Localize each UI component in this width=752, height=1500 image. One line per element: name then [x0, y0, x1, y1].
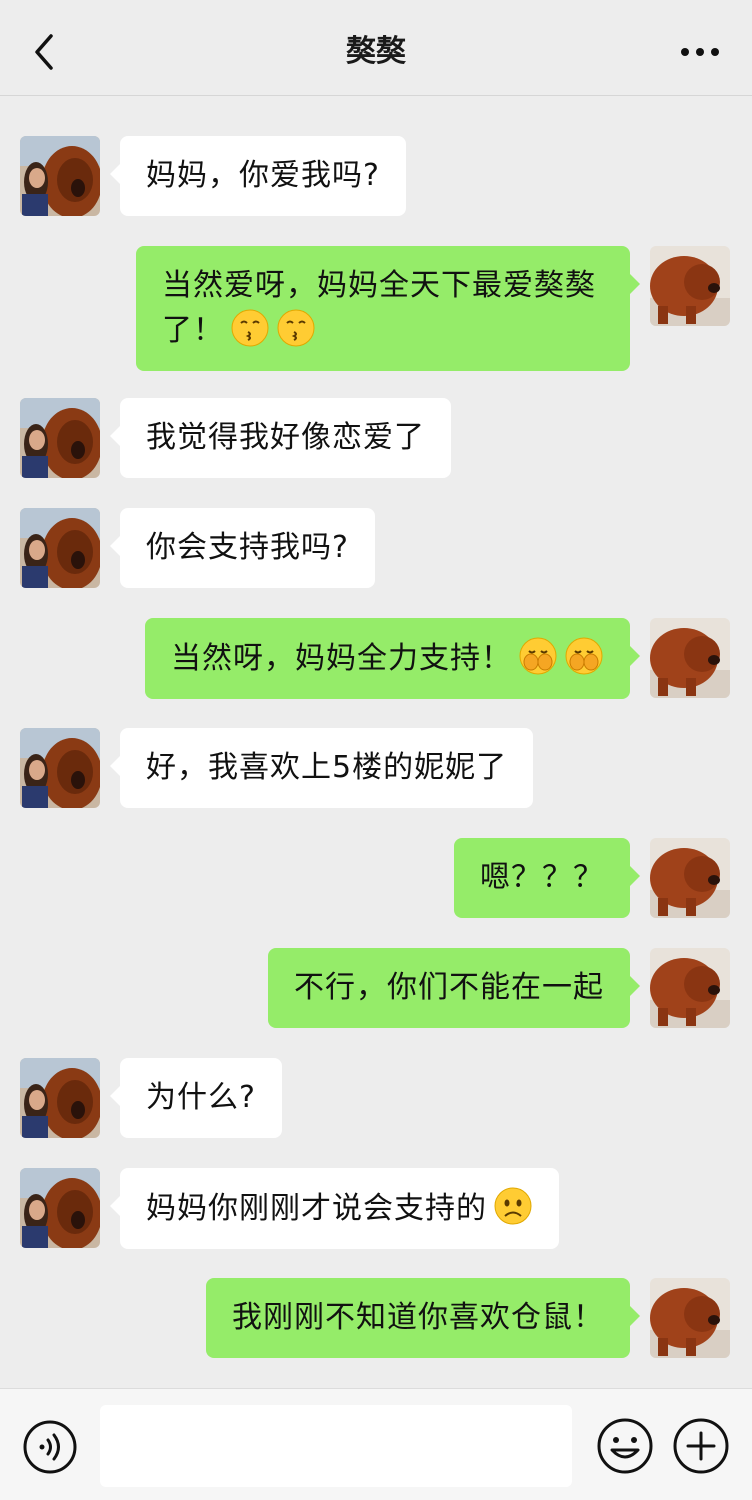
plus-circle-icon [673, 1418, 729, 1474]
voice-icon [23, 1420, 77, 1474]
self-avatar[interactable] [650, 618, 730, 698]
chat-title: 獒獒 [346, 34, 406, 69]
ellipsis-icon [681, 48, 719, 56]
message-bubble[interactable]: 妈妈，你爱我吗? [110, 136, 406, 216]
frowning-face-icon [494, 1187, 532, 1225]
message-text: 妈妈，你爱我吗? [146, 158, 380, 193]
message-bubble[interactable]: 不行，你们不能在一起 [268, 948, 640, 1028]
message-text: 为什么? [146, 1080, 256, 1115]
message-text: 嗯？？？ [480, 860, 604, 895]
more-button[interactable] [676, 30, 724, 74]
message-bubble[interactable]: 当然爱呀，妈妈全天下最爱獒獒了！ [136, 246, 640, 371]
contact-avatar[interactable] [20, 136, 100, 216]
voice-button[interactable] [22, 1419, 78, 1475]
message-text: 不行，你们不能在一起 [294, 970, 604, 1005]
message-text: 妈妈你刚刚才说会支持的 [146, 1191, 487, 1226]
message-input[interactable] [100, 1405, 572, 1487]
message-text: 当然爱呀，妈妈全天下最爱獒獒了！ [162, 268, 596, 348]
self-avatar[interactable] [650, 1278, 730, 1358]
chevron-left-icon [35, 34, 53, 70]
chat-area[interactable]: 妈妈，你爱我吗? 当然爱呀，妈妈全天下最爱獒獒了！ 我觉得我好像恋爱了 你会支持… [0, 96, 752, 1388]
message-text: 我觉得我好像恋爱了 [146, 420, 425, 455]
message-bubble[interactable]: 嗯？？？ [454, 838, 640, 918]
message-text: 好，我喜欢上5楼的妮妮了 [146, 750, 508, 785]
contact-avatar[interactable] [20, 398, 100, 478]
input-bar [0, 1388, 752, 1500]
kissing-face-icon [277, 309, 315, 347]
contact-avatar[interactable] [20, 1058, 100, 1138]
self-avatar[interactable] [650, 948, 730, 1028]
face-with-hand-over-mouth-icon [519, 637, 557, 675]
message-text: 我刚刚不知道你喜欢仓鼠！ [232, 1300, 604, 1335]
message-bubble[interactable]: 妈妈你刚刚才说会支持的 [110, 1168, 559, 1249]
emoji-button[interactable] [596, 1417, 654, 1475]
contact-avatar[interactable] [20, 1168, 100, 1248]
message-text: 你会支持我吗? [146, 530, 349, 565]
contact-avatar[interactable] [20, 728, 100, 808]
message-text: 当然呀，妈妈全力支持！ [171, 641, 512, 676]
kissing-face-icon [231, 309, 269, 347]
message-bubble[interactable]: 你会支持我吗? [110, 508, 375, 588]
contact-avatar[interactable] [20, 508, 100, 588]
navigation-bar: 獒獒 [0, 0, 752, 96]
message-bubble[interactable]: 为什么? [110, 1058, 282, 1138]
plus-button[interactable] [672, 1417, 730, 1475]
message-bubble[interactable]: 好，我喜欢上5楼的妮妮了 [109, 728, 534, 808]
self-avatar[interactable] [650, 838, 730, 918]
self-avatar[interactable] [650, 246, 730, 326]
message-bubble[interactable]: 当然呀，妈妈全力支持！ [145, 618, 640, 699]
face-with-hand-over-mouth-icon [565, 637, 603, 675]
message-bubble[interactable]: 我觉得我好像恋爱了 [110, 398, 451, 478]
smiley-icon [597, 1418, 653, 1474]
message-bubble[interactable]: 我刚刚不知道你喜欢仓鼠！ [206, 1278, 640, 1358]
back-button[interactable] [20, 28, 68, 76]
